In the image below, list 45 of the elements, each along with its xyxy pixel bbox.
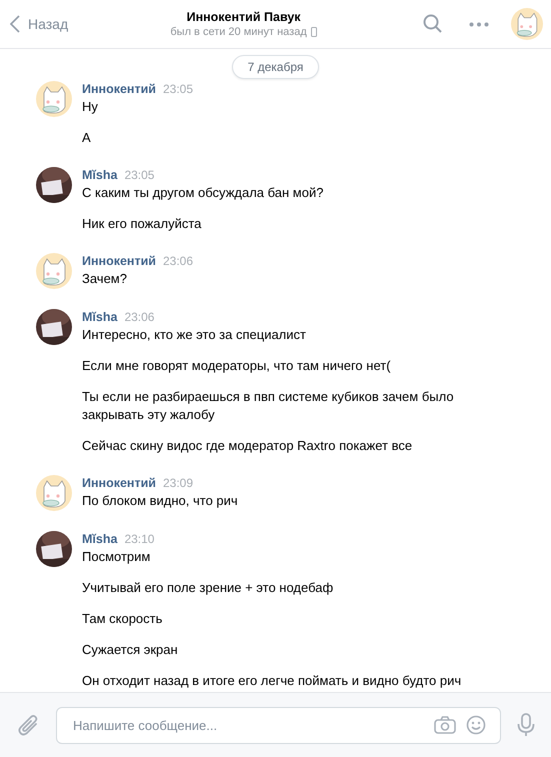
avatar-drawing bbox=[36, 253, 72, 289]
avatar-drawing bbox=[36, 475, 72, 511]
avatar-drawing bbox=[36, 81, 72, 117]
camera-icon[interactable] bbox=[434, 716, 456, 734]
message-text: С каким ты другом обсуждала бан мой? bbox=[82, 184, 324, 202]
message-field[interactable]: Напишите сообщение... bbox=[56, 706, 501, 744]
more-icon bbox=[469, 22, 489, 26]
avatar-drawing bbox=[511, 8, 543, 40]
message-text: Интересно, кто же это за специалист bbox=[82, 326, 307, 344]
message-time: 23:10 bbox=[124, 531, 154, 548]
sender-name[interactable]: Mĭsha bbox=[82, 309, 118, 326]
message-text: Сейчас скину видос где модератор Raxtro покажет все bbox=[82, 437, 414, 455]
back-button[interactable]: Назад bbox=[10, 15, 68, 33]
sender-name[interactable]: Иннокентий bbox=[82, 475, 156, 492]
message-text: Посмотрим bbox=[82, 548, 152, 566]
message-text: Ты если не разбираешься в пвп системе кубиков зачем было закрывать эту жалобу bbox=[82, 388, 455, 424]
paperclip-icon[interactable] bbox=[18, 713, 40, 737]
message-text: Учитывай его поле зрение + это нодебаф bbox=[82, 579, 334, 597]
last-seen-status: был в сети 20 минут назад bbox=[170, 26, 307, 38]
microphone-icon[interactable] bbox=[517, 713, 535, 737]
phone-icon bbox=[310, 27, 317, 37]
message-text: По блоком видно, что рич bbox=[82, 492, 238, 510]
message-text: Зачем? bbox=[82, 270, 128, 288]
message-text: Ник его пожалуйста bbox=[82, 215, 202, 233]
message-time: 23:05 bbox=[124, 167, 154, 184]
message-text: Сужается экран bbox=[82, 641, 179, 659]
sender-name[interactable]: Mĭsha bbox=[82, 167, 118, 184]
message-time: 23:06 bbox=[162, 253, 193, 270]
smiley-icon[interactable] bbox=[466, 715, 486, 735]
message-text: Он отходит назад в итоге его легче поймать и видно будто рич bbox=[82, 672, 462, 690]
chat-title: Иннокентий Павук bbox=[186, 10, 301, 24]
message-time: 23:09 bbox=[162, 475, 193, 492]
message-input[interactable]: Напишите сообщение... bbox=[71, 716, 424, 734]
message-text: Ну bbox=[82, 98, 99, 116]
date-separator: 7 декабря bbox=[232, 55, 320, 79]
sender-name[interactable]: Mĭsha bbox=[82, 531, 118, 548]
search-icon bbox=[423, 14, 443, 34]
message-time: 23:06 bbox=[124, 309, 154, 326]
message-text: Если мне говорят модераторы, что там ничего нет( bbox=[82, 357, 392, 375]
message-text: А bbox=[82, 129, 92, 147]
message-text: Там скорость bbox=[82, 610, 164, 628]
message-time: 23:05 bbox=[162, 81, 193, 98]
sender-name[interactable]: Иннокентий bbox=[82, 81, 156, 98]
sender-name[interactable]: Иннокентий bbox=[82, 253, 156, 270]
chevron-left-icon bbox=[10, 15, 20, 33]
